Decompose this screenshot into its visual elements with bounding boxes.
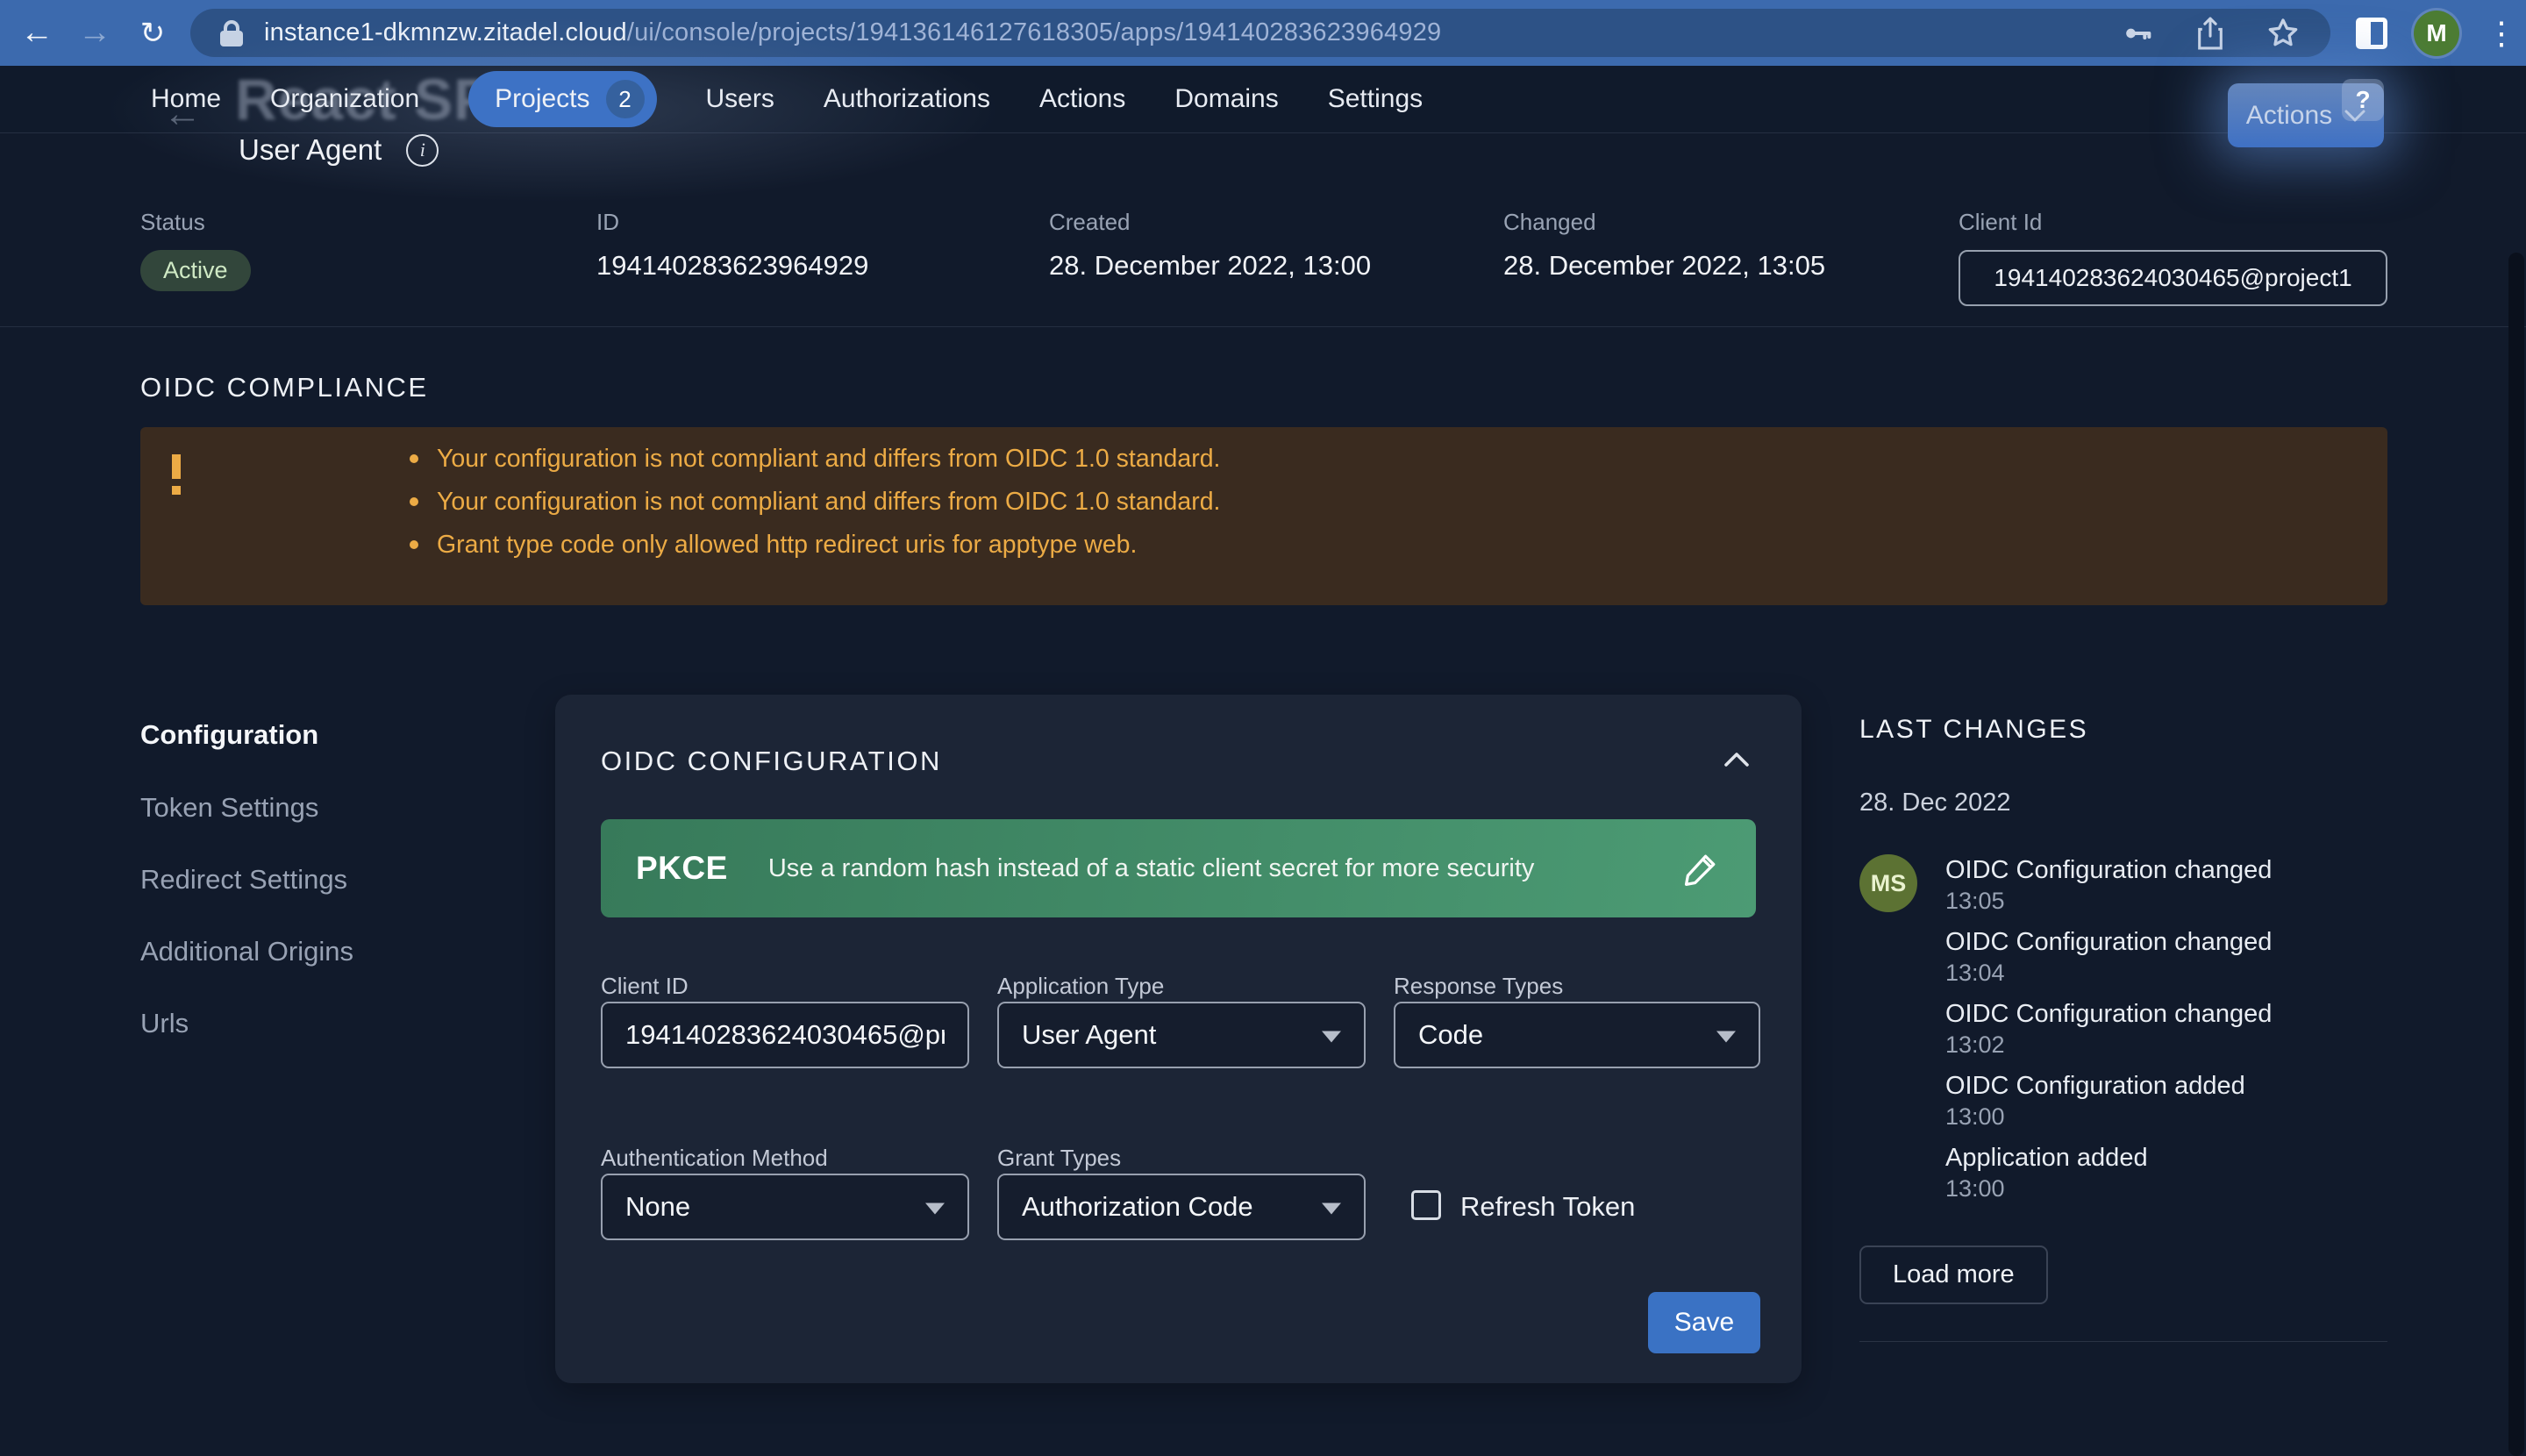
authentication-method-select[interactable]: None [601, 1174, 969, 1240]
compliance-section-title: OIDC COMPLIANCE [140, 372, 429, 403]
meta-client-id: Client Id 194140283624030465@project1 [1959, 209, 2387, 306]
auth-method-field-label: Authentication Method [601, 1145, 828, 1172]
grant-types-value: Authorization Code [1022, 1191, 1253, 1223]
id-label: ID [596, 209, 868, 236]
warning-item: Your configuration is not compliant and … [403, 488, 1220, 516]
pkce-banner: PKCE Use a random hash instead of a stat… [601, 819, 1756, 917]
info-icon[interactable]: i [406, 134, 439, 167]
nav-item-domains[interactable]: Domains [1174, 84, 1278, 114]
client-id-input[interactable] [625, 1019, 945, 1051]
nav-item-users[interactable]: Users [706, 84, 774, 114]
meta-status: Status Active [140, 209, 251, 291]
meta-id: ID 194140283623964929 [596, 209, 868, 282]
projects-count-badge: 2 [606, 80, 645, 118]
nav-item-organization[interactable]: Organization [270, 84, 419, 114]
console-top-nav: React SPA ← Home Organization Projects 2… [0, 66, 2526, 133]
nav-item-authorizations[interactable]: Authorizations [824, 84, 990, 114]
refresh-token-label: Refresh Token [1460, 1191, 1635, 1223]
response-types-select[interactable]: Code [1394, 1002, 1760, 1068]
panel-title: OIDC CONFIGURATION [601, 746, 942, 777]
browser-profile-avatar[interactable]: M [2414, 11, 2459, 56]
changes-divider [1859, 1341, 2387, 1342]
event-time: 13:05 [1945, 887, 2272, 916]
save-button[interactable]: Save [1648, 1292, 1760, 1353]
sidebar-item-configuration[interactable]: Configuration [140, 719, 318, 751]
grant-types-select[interactable]: Authorization Code [997, 1174, 1366, 1240]
changed-label: Changed [1503, 209, 1825, 236]
created-value: 28. December 2022, 13:00 [1049, 250, 1371, 282]
change-event: OIDC Configuration changed 13:04 [1945, 926, 2272, 988]
change-event: Application added 13:00 [1945, 1142, 2272, 1203]
share-icon[interactable] [2194, 16, 2227, 51]
edit-pencil-icon[interactable] [1682, 849, 1721, 888]
event-label: Application added [1945, 1142, 2272, 1174]
browser-menu-icon[interactable]: ⋮ [2486, 18, 2517, 49]
help-button[interactable]: ? [2342, 79, 2384, 121]
application-type-value: User Agent [1022, 1019, 1156, 1051]
response-types-field-label: Response Types [1394, 973, 1563, 1000]
meta-changed: Changed 28. December 2022, 13:05 [1503, 209, 1825, 282]
sidebar-item-urls[interactable]: Urls [140, 1008, 189, 1039]
status-label: Status [140, 209, 251, 236]
event-time: 13:00 [1945, 1103, 2272, 1131]
warning-item: Grant type code only allowed http redire… [403, 531, 1220, 559]
response-types-value: Code [1418, 1019, 1483, 1051]
change-event: OIDC Configuration changed 13:05 [1945, 854, 2272, 916]
nav-item-projects[interactable]: Projects 2 [468, 71, 656, 127]
event-label: OIDC Configuration changed [1945, 998, 2272, 1031]
change-event: OIDC Configuration changed 13:02 [1945, 998, 2272, 1060]
event-label: OIDC Configuration added [1945, 1070, 2272, 1103]
change-event: OIDC Configuration added 13:00 [1945, 1070, 2272, 1131]
page-scrollbar[interactable] [2508, 253, 2524, 1456]
zitadel-console-screen: ← → ↻ instance1-dkmnzw.zitadel.cloud/ui/… [0, 0, 2526, 1456]
event-time: 13:04 [1945, 959, 2272, 988]
client-id-field-label: Client ID [601, 973, 689, 1000]
last-changes-title: LAST CHANGES [1859, 715, 2387, 745]
meta-created: Created 28. December 2022, 13:00 [1049, 209, 1371, 282]
event-label: OIDC Configuration changed [1945, 926, 2272, 959]
user-avatar: MS [1859, 854, 1917, 912]
warning-item: Your configuration is not compliant and … [403, 445, 1220, 473]
event-time: 13:02 [1945, 1031, 2272, 1060]
created-label: Created [1049, 209, 1371, 236]
browser-back-icon[interactable]: ← [11, 0, 63, 66]
sidebar-item-redirect-settings[interactable]: Redirect Settings [140, 864, 347, 896]
nav-item-settings[interactable]: Settings [1328, 84, 1423, 114]
compliance-warning-box: Your configuration is not compliant and … [140, 427, 2387, 605]
nav-item-home[interactable]: Home [151, 84, 221, 114]
nav-item-projects-label: Projects [495, 84, 589, 114]
bookmark-star-icon[interactable] [2266, 16, 2301, 51]
app-subtitle: User Agent [239, 133, 382, 167]
actions-button-label: Actions [2246, 101, 2332, 131]
warning-icon [172, 454, 181, 495]
collapse-chevron-icon[interactable] [1721, 747, 1752, 772]
pkce-description: Use a random hash instead of a static cl… [768, 854, 1535, 883]
app-type-field-label: Application Type [997, 973, 1164, 1000]
client-id-label: Client Id [1959, 209, 2387, 236]
header-divider [0, 326, 2526, 327]
client-id-input-wrap [601, 1002, 969, 1068]
grant-types-field-label: Grant Types [997, 1145, 1121, 1172]
sidebar-item-token-settings[interactable]: Token Settings [140, 792, 318, 824]
oidc-configuration-panel: OIDC CONFIGURATION PKCE Use a random has… [555, 695, 1802, 1383]
load-more-button[interactable]: Load more [1859, 1245, 2048, 1304]
id-value: 194140283623964929 [596, 250, 868, 282]
sidebar-item-additional-origins[interactable]: Additional Origins [140, 936, 353, 967]
changed-value: 28. December 2022, 13:05 [1503, 250, 1825, 282]
authentication-method-value: None [625, 1191, 690, 1223]
password-key-icon[interactable] [2120, 16, 2155, 51]
side-panel-icon[interactable] [2356, 18, 2387, 49]
last-changes-panel: LAST CHANGES 28. Dec 2022 MS OIDC Config… [1859, 715, 2387, 1342]
application-type-select[interactable]: User Agent [997, 1002, 1366, 1068]
event-label: OIDC Configuration changed [1945, 854, 2272, 887]
nav-item-actions[interactable]: Actions [1039, 84, 1125, 114]
refresh-token-checkbox[interactable] [1411, 1190, 1441, 1220]
warning-list: Your configuration is not compliant and … [403, 445, 1220, 574]
changes-date: 28. Dec 2022 [1859, 789, 2387, 817]
event-time: 13:00 [1945, 1174, 2272, 1203]
client-id-chip[interactable]: 194140283624030465@project1 [1959, 250, 2387, 306]
status-badge: Active [140, 250, 251, 291]
pkce-badge: PKCE [636, 850, 728, 887]
